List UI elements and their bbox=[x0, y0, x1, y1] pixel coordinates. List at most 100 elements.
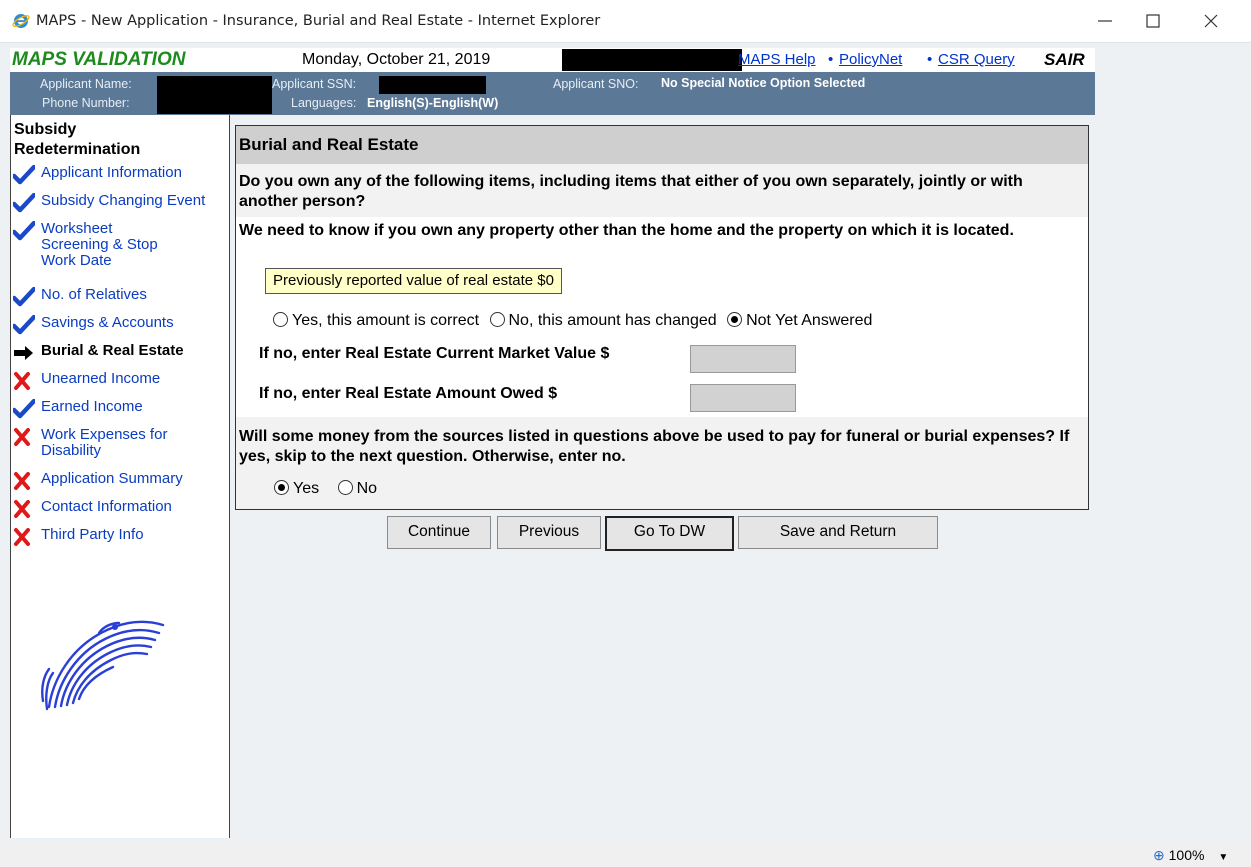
check-icon bbox=[13, 315, 35, 335]
label-line: Disability bbox=[41, 442, 102, 459]
minimize-button[interactable] bbox=[1082, 6, 1128, 36]
funeral-radio-group: Yes No bbox=[274, 480, 383, 498]
sidebar-item-label: Earned Income bbox=[41, 399, 143, 415]
x-icon bbox=[14, 372, 30, 390]
go-to-dw-button[interactable]: Go To DW bbox=[605, 516, 734, 551]
sidebar-item-label: Third Party Info bbox=[41, 527, 144, 543]
maps-help-link[interactable]: MAPS Help bbox=[738, 51, 816, 68]
amount-radio-group: Yes, this amount is correct No, this amo… bbox=[273, 312, 878, 330]
applicant-name-label: Applicant Name: bbox=[40, 77, 132, 91]
close-button[interactable] bbox=[1188, 6, 1234, 36]
label-line: Screening & Stop bbox=[41, 236, 158, 253]
policynet-link[interactable]: PolicyNet bbox=[839, 51, 902, 68]
radio-button[interactable] bbox=[727, 312, 743, 328]
sidebar-item-label: Savings & Accounts bbox=[41, 315, 174, 331]
applicant-sno-label: Applicant SNO: bbox=[553, 77, 639, 91]
sidebar-item-label: Burial & Real Estate bbox=[41, 343, 184, 359]
radio-button[interactable] bbox=[273, 312, 288, 328]
label-line: Applicant Information bbox=[41, 164, 182, 181]
redacted-block bbox=[379, 76, 486, 94]
chevron-down-icon: ▼ bbox=[1218, 852, 1229, 863]
label-line: Worksheet bbox=[41, 220, 113, 237]
sidebar-title-line: Subsidy bbox=[14, 121, 77, 138]
radio-amount-changed[interactable]: No, this amount has changed bbox=[489, 312, 717, 330]
continue-button[interactable]: Continue bbox=[387, 516, 491, 549]
sidebar-item-label: No. of Relatives bbox=[41, 287, 147, 303]
x-icon bbox=[14, 500, 30, 518]
status-bar: ⊕ 100% ▼ bbox=[0, 843, 1251, 867]
label-line: Subsidy Changing Event bbox=[41, 192, 206, 209]
sidebar-item-label: Contact Information bbox=[41, 499, 172, 515]
sidebar-item-label: Applicant Information bbox=[41, 165, 182, 181]
save-and-return-button[interactable]: Save and Return bbox=[738, 516, 938, 549]
x-icon bbox=[14, 472, 30, 490]
radio-label: Not Yet Answered bbox=[746, 312, 873, 329]
header-date: Monday, October 21, 2019 bbox=[302, 51, 491, 68]
question-property: We need to know if you own any property … bbox=[239, 222, 1014, 239]
applicant-info-bar: Applicant Name: Phone Number: Applicant … bbox=[10, 72, 1095, 115]
phone-number-label: Phone Number: bbox=[42, 96, 130, 110]
minimize-icon bbox=[1098, 20, 1112, 22]
redacted-block bbox=[157, 76, 272, 114]
label-line: Unearned Income bbox=[41, 370, 161, 387]
panel-title: Burial and Real Estate bbox=[239, 135, 419, 154]
radio-yes[interactable]: Yes bbox=[274, 480, 319, 498]
window-title: MAPS - New Application - Insurance, Buri… bbox=[36, 13, 601, 29]
radio-button[interactable] bbox=[489, 312, 505, 328]
sidebar-item-label: Subsidy Changing Event bbox=[41, 193, 205, 209]
applicant-ssn-label: Applicant SSN: bbox=[272, 77, 357, 91]
arrow-right-icon bbox=[14, 346, 33, 360]
question-funeral-expenses: Will some money from the sources listed … bbox=[239, 428, 1070, 465]
radio-no[interactable]: No bbox=[337, 480, 378, 498]
sidebar-item-label: Unearned Income bbox=[41, 371, 160, 387]
radio-not-yet-answered[interactable]: Not Yet Answered bbox=[727, 312, 872, 330]
radio-amount-correct[interactable]: Yes, this amount is correct bbox=[273, 312, 479, 330]
check-icon bbox=[13, 287, 35, 307]
redacted-block bbox=[562, 49, 742, 71]
eagle-logo bbox=[41, 620, 165, 711]
zoom-icon: ⊕ bbox=[1153, 847, 1165, 863]
x-icon bbox=[14, 428, 30, 446]
radio-button[interactable] bbox=[274, 480, 289, 496]
sidebar-title-line: Redetermination bbox=[14, 141, 141, 158]
market-value-input[interactable] bbox=[690, 345, 796, 373]
amount-owed-label: If no, enter Real Estate Amount Owed $ bbox=[259, 385, 558, 402]
x-icon bbox=[14, 528, 30, 546]
window-titlebar: MAPS - New Application - Insurance, Buri… bbox=[0, 0, 1251, 43]
radio-label: No bbox=[356, 480, 378, 497]
internet-explorer-icon bbox=[12, 14, 30, 28]
radio-button[interactable] bbox=[337, 480, 353, 496]
close-icon bbox=[1204, 14, 1218, 28]
radio-label: Yes, this amount is correct bbox=[292, 312, 480, 329]
radio-label: No, this amount has changed bbox=[508, 312, 717, 329]
panel-title-bar: Burial and Real Estate bbox=[236, 126, 1088, 164]
maximize-icon bbox=[1146, 14, 1160, 28]
zoom-control[interactable]: ⊕ 100% ▼ bbox=[1153, 847, 1228, 864]
sidebar-item-label: Application Summary bbox=[41, 471, 183, 487]
maximize-button[interactable] bbox=[1130, 6, 1176, 36]
burial-real-estate-panel: Burial and Real Estate Do you own any of… bbox=[235, 125, 1089, 510]
languages-label: Languages: bbox=[291, 96, 357, 110]
app-name: MAPS VALIDATION bbox=[12, 49, 186, 70]
check-icon bbox=[13, 193, 35, 213]
languages-value: English(S)-English(W) bbox=[367, 96, 499, 110]
check-icon bbox=[13, 165, 35, 185]
csr-query-link[interactable]: CSR Query bbox=[938, 51, 1015, 68]
sidebar-item-label: Work Expenses for Disability bbox=[41, 427, 167, 459]
question-ownership: Do you own any of the following items, i… bbox=[239, 173, 1023, 210]
radio-label: Yes bbox=[293, 480, 320, 497]
label-line: Earned Income bbox=[41, 398, 143, 415]
previous-value-note: Previously reported value of real estate… bbox=[265, 268, 562, 294]
previous-button[interactable]: Previous bbox=[497, 516, 601, 549]
sair-label: SAIR bbox=[1044, 50, 1085, 69]
market-value-label: If no, enter Real Estate Current Market … bbox=[259, 345, 610, 362]
label-line: Work Date bbox=[41, 252, 112, 269]
applicant-sno-value: No Special Notice Option Selected bbox=[661, 76, 866, 90]
label-line: Application Summary bbox=[41, 470, 183, 487]
label-line: No. of Relatives bbox=[41, 286, 147, 303]
check-icon bbox=[13, 399, 35, 419]
zoom-level: 100% bbox=[1168, 847, 1205, 863]
amount-owed-input[interactable] bbox=[690, 384, 796, 412]
sidebar-title: Subsidy Redetermination bbox=[14, 120, 140, 160]
link-separator: • bbox=[828, 51, 834, 68]
